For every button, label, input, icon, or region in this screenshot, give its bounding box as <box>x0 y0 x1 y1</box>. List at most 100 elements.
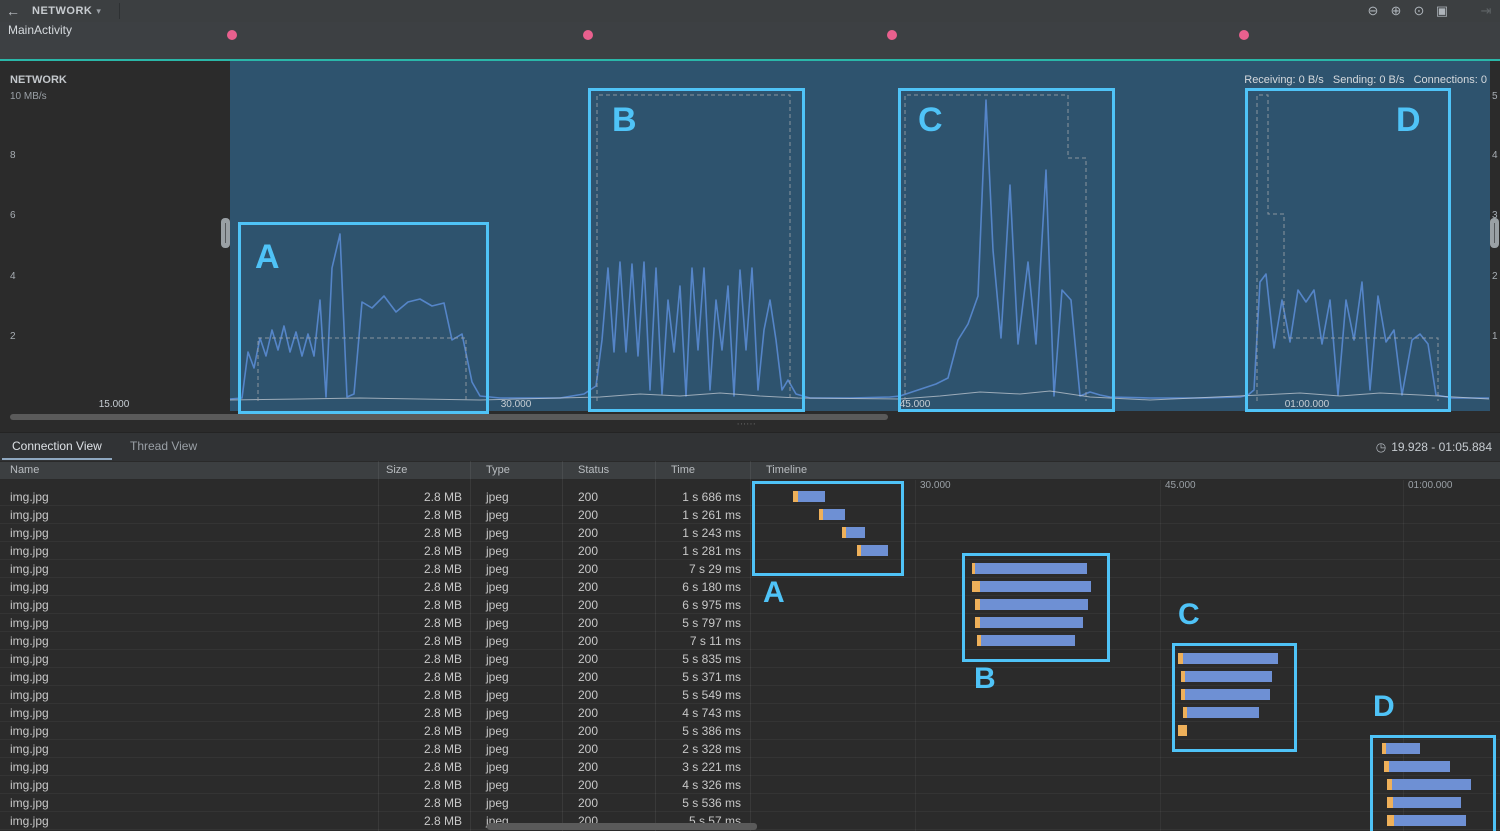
column-header-type[interactable]: Type <box>486 464 510 476</box>
cell-status: 200 <box>578 652 598 666</box>
timeline-group-box-a <box>752 481 904 576</box>
chevron-down-icon[interactable]: ▾ <box>96 6 101 17</box>
cell-status: 200 <box>578 760 598 774</box>
cell-time: 6 s 975 ms <box>601 598 741 612</box>
cell-time: 7 s 29 ms <box>601 562 741 576</box>
cell-name: img.jpg <box>10 544 49 558</box>
timeline-gridline <box>1160 479 1161 831</box>
cell-size: 2.8 MB <box>378 562 462 576</box>
column-header-status[interactable]: Status <box>578 464 609 476</box>
timeline-group-label-d: D <box>1373 692 1395 722</box>
selection-handle-left[interactable] <box>221 218 230 248</box>
chart-axis-max-label: 10 MB/s <box>10 91 47 102</box>
right-axis-tick: 5 <box>1492 91 1498 102</box>
cell-name: img.jpg <box>10 598 49 612</box>
cell-name: img.jpg <box>10 796 49 810</box>
cell-status: 200 <box>578 544 598 558</box>
cell-status: 200 <box>578 724 598 738</box>
range-text: 19.928 - 01:05.884 <box>1391 440 1492 454</box>
cell-time: 5 s 371 ms <box>601 670 741 684</box>
cell-status: 200 <box>578 616 598 630</box>
tab-connection-view[interactable]: Connection View <box>2 433 112 459</box>
activity-event-dot[interactable] <box>227 30 237 40</box>
zoom-out-icon[interactable]: ⊖ <box>1365 3 1381 19</box>
timeline-group-label-b: B <box>974 664 996 694</box>
annotation-label-c: C <box>918 103 943 137</box>
left-axis-tick: 8 <box>10 150 16 161</box>
cell-status: 200 <box>578 490 598 504</box>
timeline-group-box-b <box>962 553 1110 662</box>
selection-handle-right[interactable] <box>1490 218 1499 248</box>
cell-name: img.jpg <box>10 562 49 576</box>
cell-time: 1 s 281 ms <box>601 544 741 558</box>
cell-size: 2.8 MB <box>378 580 462 594</box>
cell-status: 200 <box>578 670 598 684</box>
timeline-group-label-c: C <box>1178 600 1200 630</box>
cell-time: 5 s 549 ms <box>601 688 741 702</box>
right-axis-tick: 1 <box>1492 331 1498 342</box>
back-icon[interactable]: ← <box>0 3 26 19</box>
cell-status: 200 <box>578 598 598 612</box>
column-header-size[interactable]: Size <box>386 464 407 476</box>
splitter-grip[interactable]: ∙∙∙∙∙∙ <box>737 419 756 428</box>
cell-time: 1 s 243 ms <box>601 526 741 540</box>
profiler-title: NETWORK <box>32 5 92 17</box>
cell-time: 4 s 743 ms <box>601 706 741 720</box>
column-separator <box>562 461 563 831</box>
cell-type: jpeg <box>486 688 509 702</box>
cell-type: jpeg <box>486 526 509 540</box>
timeline-group-box-d <box>1370 735 1496 831</box>
activity-event-dot[interactable] <box>583 30 593 40</box>
column-header-time[interactable]: Time <box>671 464 695 476</box>
cell-type: jpeg <box>486 670 509 684</box>
table-horizontal-scrollbar[interactable] <box>487 823 757 830</box>
zoom-in-icon[interactable]: ⊕ <box>1388 3 1404 19</box>
cell-status: 200 <box>578 526 598 540</box>
cell-name: img.jpg <box>10 706 49 720</box>
column-header-name[interactable]: Name <box>10 464 39 476</box>
cell-name: img.jpg <box>10 526 49 540</box>
column-header-timeline[interactable]: Timeline <box>766 464 807 476</box>
clock-icon: ◷ <box>1376 440 1386 454</box>
toolbar-separator <box>119 3 120 19</box>
timeline-gridline <box>915 479 916 831</box>
reset-zoom-icon[interactable]: ⊙ <box>1411 3 1427 19</box>
cell-status: 200 <box>578 778 598 792</box>
activity-event-dot[interactable] <box>1239 30 1249 40</box>
cell-name: img.jpg <box>10 652 49 666</box>
view-tab-bar: Connection View Thread View ◷ 19.928 - 0… <box>0 432 1500 462</box>
cell-size: 2.8 MB <box>378 490 462 504</box>
cell-type: jpeg <box>486 742 509 756</box>
cell-size: 2.8 MB <box>378 598 462 612</box>
left-axis-tick: 6 <box>10 210 16 221</box>
cell-type: jpeg <box>486 760 509 774</box>
column-separator <box>750 461 751 831</box>
cell-type: jpeg <box>486 562 509 576</box>
right-axis-tick: 4 <box>1492 150 1498 161</box>
cell-name: img.jpg <box>10 580 49 594</box>
cell-time: 5 s 797 ms <box>601 616 741 630</box>
cell-time: 2 s 328 ms <box>601 742 741 756</box>
cell-type: jpeg <box>486 598 509 612</box>
cell-time: 6 s 180 ms <box>601 580 741 594</box>
activity-event-dot[interactable] <box>887 30 897 40</box>
selected-range: ◷ 19.928 - 01:05.884 <box>1376 433 1492 461</box>
cell-status: 200 <box>578 580 598 594</box>
timeline-group-box-c <box>1172 643 1297 752</box>
cell-time: 1 s 686 ms <box>601 490 741 504</box>
top-toolbar: ← NETWORK ▾ ⊖⊕⊙▣⇥ <box>0 0 1500 23</box>
cell-name: img.jpg <box>10 616 49 630</box>
cell-size: 2.8 MB <box>378 688 462 702</box>
cell-name: img.jpg <box>10 688 49 702</box>
cell-size: 2.8 MB <box>378 796 462 810</box>
cell-type: jpeg <box>486 508 509 522</box>
timeline-axis-tick: 30.000 <box>920 480 951 491</box>
timeline-axis-tick: 01:00.000 <box>1408 480 1453 491</box>
chart-axis-title: NETWORK <box>10 74 67 86</box>
cell-type: jpeg <box>486 544 509 558</box>
tab-thread-view[interactable]: Thread View <box>120 433 207 459</box>
toolbar-icons: ⊖⊕⊙▣⇥ <box>1365 0 1494 22</box>
cell-size: 2.8 MB <box>378 508 462 522</box>
cell-type: jpeg <box>486 634 509 648</box>
zoom-to-selection-icon[interactable]: ▣ <box>1434 3 1450 19</box>
